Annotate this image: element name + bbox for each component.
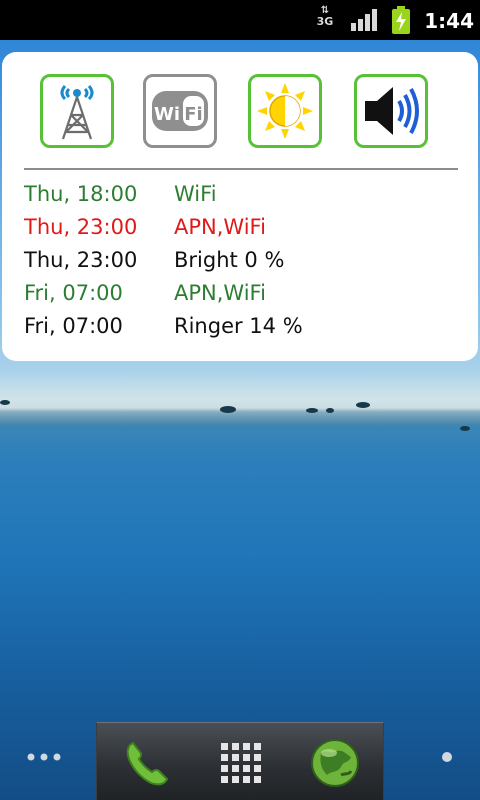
status-bar: ⇅ 3G 1:44 (0, 0, 480, 40)
horizon (0, 400, 480, 426)
schedule-row[interactable]: Thu, 18:00 WiFi (24, 179, 464, 209)
schedule-action: Bright 0 % (174, 248, 285, 272)
schedule-time: Fri, 07:00 (24, 281, 123, 305)
phone-icon[interactable] (119, 735, 175, 791)
rock (306, 408, 318, 413)
data-arrows-icon: ⇅ 3G (312, 6, 338, 34)
schedule-action: APN,WiFi (174, 215, 266, 239)
svg-text:Wi: Wi (154, 104, 180, 125)
rock (326, 408, 334, 413)
more-dots-icon[interactable] (26, 750, 66, 764)
rock (460, 426, 470, 431)
schedule-row[interactable]: Thu, 23:00 Bright 0 % (24, 245, 464, 275)
brightness-toggle[interactable] (248, 74, 322, 148)
rock (0, 400, 10, 405)
mobile-data-toggle[interactable] (40, 74, 114, 148)
browser-globe-icon[interactable] (307, 735, 363, 791)
schedule-action: WiFi (174, 182, 217, 206)
rock (220, 406, 236, 413)
cell-tower-icon (60, 85, 94, 140)
schedule-time: Fri, 07:00 (24, 314, 123, 338)
schedule-time: Thu, 18:00 (24, 182, 138, 206)
volume-toggle[interactable] (354, 74, 428, 148)
page-indicator-dot (442, 752, 452, 762)
wifi-icon: Wi Fi (152, 91, 208, 131)
schedule-action: APN,WiFi (174, 281, 266, 305)
widget-divider (24, 168, 458, 170)
app-drawer-icon[interactable] (213, 735, 269, 791)
schedule-time: Thu, 23:00 (24, 248, 138, 272)
wifi-toggle[interactable]: Wi Fi (143, 74, 217, 148)
schedule-widget[interactable]: Wi Fi Thu, 18:00 WiFi Thu, 23:00 APN,WiF… (2, 52, 478, 361)
schedule-time: Thu, 23:00 (24, 215, 138, 239)
schedule-action: Ringer 14 % (174, 314, 303, 338)
rock (356, 402, 370, 408)
schedule-row[interactable]: Fri, 07:00 APN,WiFi (24, 278, 464, 308)
battery-charging-icon (392, 6, 410, 34)
launcher-dock (96, 722, 384, 800)
network-type: 3G (316, 15, 334, 28)
signal-bars-icon (351, 9, 377, 31)
schedule-row[interactable]: Thu, 23:00 APN,WiFi (24, 212, 464, 242)
status-clock: 1:44 (424, 9, 474, 33)
speaker-icon (365, 87, 419, 135)
sun-icon (257, 83, 313, 139)
schedule-row[interactable]: Fri, 07:00 Ringer 14 % (24, 311, 464, 341)
svg-text:Fi: Fi (184, 104, 202, 125)
